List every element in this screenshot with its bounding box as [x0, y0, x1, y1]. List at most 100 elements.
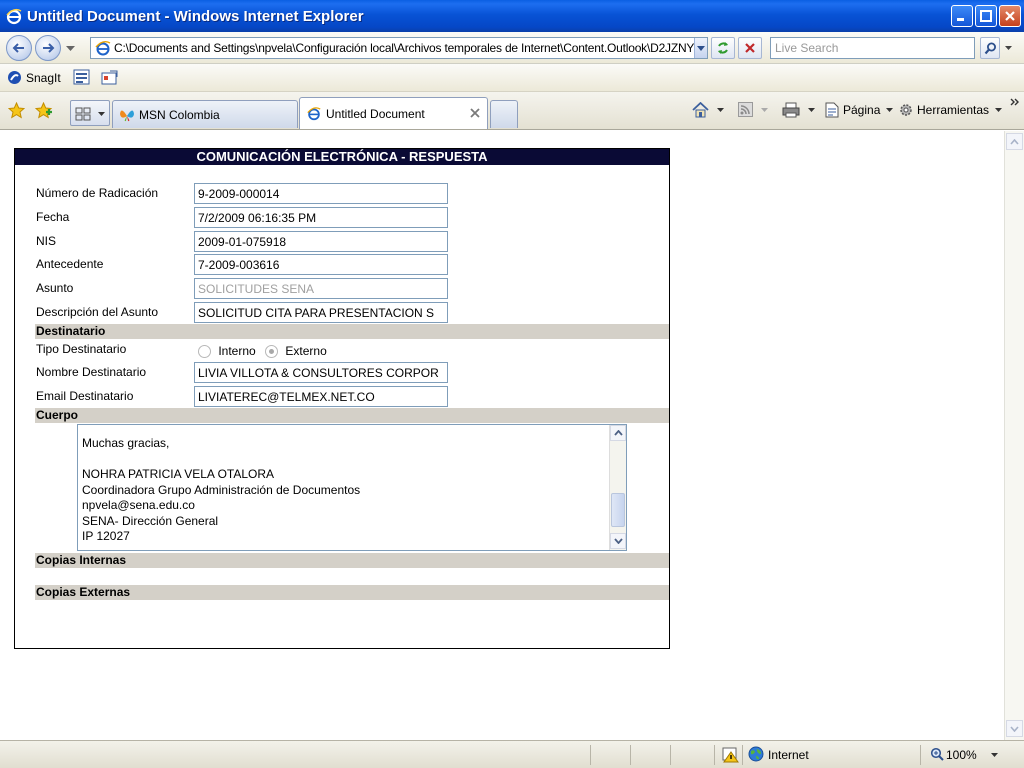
forward-button[interactable] [35, 35, 61, 61]
fecha-field[interactable]: 7/2/2009 06:16:35 PM [194, 207, 448, 228]
refresh-button[interactable] [711, 37, 735, 59]
textarea-scroll-up-button[interactable] [610, 425, 626, 441]
history-dropdown-icon[interactable] [66, 46, 75, 51]
radio-externo[interactable] [265, 345, 279, 359]
email-destinatario-label: Email Destinatario [36, 389, 134, 403]
field-label-radicacion: Número de Radicación [36, 186, 159, 200]
nis-field[interactable]: 2009-01-075918 [194, 231, 448, 252]
snagit-button[interactable]: SnagIt [26, 71, 61, 85]
gear-icon [900, 104, 912, 116]
tab-untitled-document[interactable]: Untitled Document [299, 97, 488, 129]
radicacion-field[interactable]: 9-2009-000014 [194, 183, 448, 204]
cuerpo-line: IP 12027 [82, 529, 130, 543]
maximize-button[interactable] [975, 5, 997, 27]
tab-label: Untitled Document [326, 106, 425, 121]
new-tab-button[interactable] [490, 100, 518, 128]
page-menu-button[interactable]: Página [824, 102, 894, 118]
favorites-star-icon[interactable] [8, 102, 25, 119]
back-arrow-icon [12, 43, 24, 53]
close-tab-icon[interactable] [470, 108, 480, 118]
ie-page-icon [307, 107, 321, 121]
search-icon [984, 42, 996, 54]
print-button[interactable] [782, 102, 815, 118]
page-scrollbar[interactable] [1004, 131, 1024, 740]
search-button[interactable] [980, 37, 1000, 59]
chevron-down-icon [761, 107, 768, 112]
form-heading: COMUNICACIÓN ELECTRÓNICA - RESPUESTA [15, 149, 669, 165]
chevron-up-icon [1010, 138, 1019, 145]
cuerpo-line: Muchas gracias, [82, 436, 170, 450]
ie-page-icon [95, 40, 111, 56]
radio-interno[interactable] [198, 345, 211, 359]
field-label-antecedente: Antecedente [36, 257, 104, 271]
tipo-destinatario-radio-group: Interno Externo [198, 344, 327, 359]
status-bar: Internet 100% [0, 740, 1024, 768]
scroll-down-button[interactable] [1006, 720, 1023, 737]
maximize-icon [980, 10, 992, 22]
textarea-scroll-down-button[interactable] [610, 533, 626, 549]
zoom-icon[interactable] [930, 747, 944, 761]
textarea-scrollbar[interactable] [609, 425, 626, 550]
zoom-dropdown-icon[interactable] [991, 753, 998, 757]
stop-icon [745, 43, 755, 53]
stop-button[interactable] [738, 37, 762, 59]
field-label-fecha: Fecha [36, 210, 70, 224]
rss-feed-icon [738, 102, 753, 117]
radio-externo-label: Externo [285, 344, 327, 358]
address-url: C:\Documents and Settings\npvela\Configu… [114, 41, 695, 55]
chevron-up-icon [613, 430, 623, 436]
cuerpo-line [82, 452, 360, 468]
antecedente-field[interactable]: 7-2009-003616 [194, 254, 448, 275]
chevron-down-icon [808, 108, 815, 112]
textarea-scroll-thumb[interactable] [611, 493, 625, 527]
descripcion-field[interactable]: SOLICITUD CITA PARA PRESENTACION S [194, 302, 448, 323]
section-destinatario: Destinatario [35, 324, 669, 339]
protected-mode-icon[interactable] [722, 746, 740, 763]
toolbar-overflow-icon[interactable] [1010, 98, 1020, 106]
email-destinatario-field[interactable]: LIVIATEREC@TELMEX.NET.CO [194, 386, 448, 407]
radio-interno-label: Interno [218, 344, 256, 358]
page-menu-label: Página [843, 103, 881, 117]
chevron-down-icon [717, 108, 724, 112]
window-title: Untitled Document - Windows Internet Exp… [27, 7, 364, 25]
nombre-destinatario-field[interactable]: LIVIA VILLOTA & CONSULTORES CORPOR [194, 362, 448, 383]
zoom-level[interactable]: 100% [946, 748, 977, 762]
snagit-capture-icon[interactable] [73, 69, 91, 86]
scroll-up-button[interactable] [1006, 133, 1023, 150]
chevron-down-icon [697, 45, 706, 51]
tools-menu-label: Herramientas [917, 103, 990, 117]
search-input[interactable]: Live Search [770, 37, 975, 59]
tools-menu-button[interactable]: Herramientas [898, 102, 1003, 118]
home-button[interactable] [692, 102, 724, 118]
minimize-button[interactable] [951, 5, 973, 27]
printer-icon [782, 102, 800, 118]
address-dropdown-button[interactable] [694, 38, 707, 58]
tipo-destinatario-label: Tipo Destinatario [36, 342, 127, 356]
cuerpo-line: NOHRA PATRICIA VELA OTALORA [82, 467, 275, 481]
snagit-edit-icon[interactable] [101, 69, 119, 86]
globe-icon [748, 746, 764, 762]
section-cuerpo: Cuerpo [35, 408, 669, 423]
title-bar: Untitled Document - Windows Internet Exp… [0, 0, 1024, 32]
close-window-button[interactable] [999, 5, 1021, 27]
search-options-dropdown-icon[interactable] [1005, 46, 1012, 50]
snagit-icon [8, 71, 21, 84]
asunto-field[interactable]: SOLICITUDES SENA [194, 278, 448, 299]
chevron-down-icon [613, 538, 623, 544]
quick-tabs-button[interactable] [70, 100, 110, 126]
cuerpo-line: SENA- Dirección General [82, 513, 219, 528]
add-favorite-icon[interactable] [35, 102, 53, 119]
chevron-down-icon [886, 108, 894, 112]
tab-list-dropdown-icon [98, 112, 105, 116]
tab-bar: MSN Colombia Untitled Document Página He… [0, 92, 1024, 130]
feeds-button[interactable] [738, 102, 768, 117]
back-button[interactable] [6, 35, 32, 61]
close-icon [1005, 11, 1015, 21]
home-icon [692, 102, 709, 118]
response-form: COMUNICACIÓN ELECTRÓNICA - RESPUESTA Núm… [14, 148, 670, 649]
chevron-down-icon [995, 108, 1003, 112]
chevron-down-icon [1010, 725, 1019, 732]
address-field[interactable]: C:\Documents and Settings\npvela\Configu… [90, 37, 708, 59]
cuerpo-textarea[interactable]: Muchas gracias, NOHRA PATRICIA VELA OTAL… [77, 424, 627, 551]
tab-msn-colombia[interactable]: MSN Colombia [112, 100, 298, 128]
